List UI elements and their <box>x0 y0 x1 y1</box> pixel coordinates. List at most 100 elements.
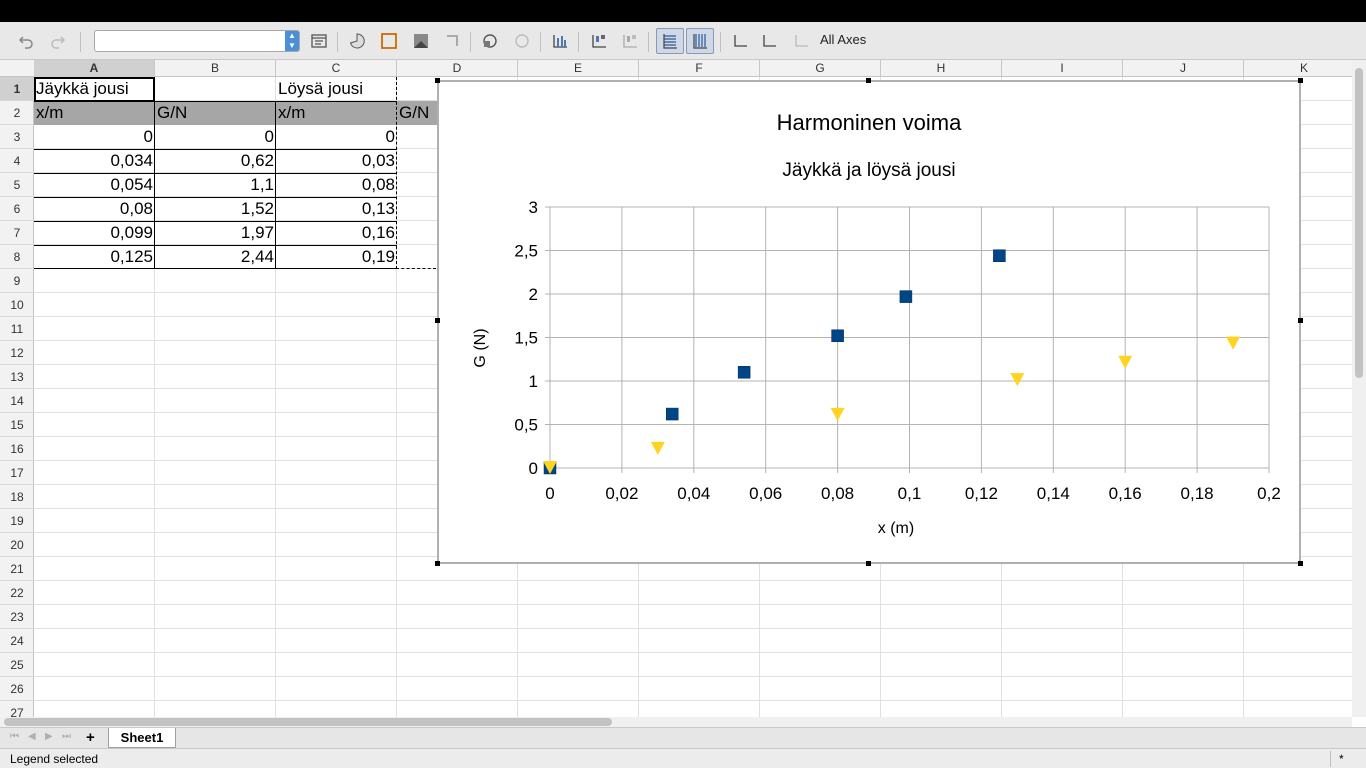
chart-wall-icon[interactable] <box>410 30 432 52</box>
row-header-13[interactable]: 13 <box>0 365 34 389</box>
column-header-f[interactable]: F <box>639 60 760 77</box>
cell-a4[interactable]: 0,034 <box>34 149 155 173</box>
column-header-h[interactable]: H <box>881 60 1002 77</box>
first-sheet-icon[interactable]: ⏮ <box>10 731 19 742</box>
z-axis-icon[interactable] <box>790 30 812 52</box>
resize-handle[interactable] <box>1298 78 1303 83</box>
row-header-12[interactable]: 12 <box>0 341 34 365</box>
vertical-scrollbar[interactable] <box>1352 60 1366 717</box>
scroll-thumb[interactable] <box>4 718 612 726</box>
resize-handle[interactable] <box>1298 318 1303 323</box>
row-header-2[interactable]: 2 <box>0 101 34 125</box>
row-header-5[interactable]: 5 <box>0 173 34 197</box>
row-header-14[interactable]: 14 <box>0 389 34 413</box>
column-header-d[interactable]: D <box>397 60 518 77</box>
column-header-c[interactable]: C <box>276 60 397 77</box>
row-header-21[interactable]: 21 <box>0 557 34 581</box>
resize-handle[interactable] <box>435 318 440 323</box>
row-header-10[interactable]: 10 <box>0 293 34 317</box>
legend-icon[interactable] <box>619 30 641 52</box>
row-header-1[interactable]: 1 <box>0 77 34 101</box>
resize-handle[interactable] <box>435 78 440 83</box>
row-header-7[interactable]: 7 <box>0 221 34 245</box>
3d-view-icon[interactable] <box>479 30 501 52</box>
last-sheet-icon[interactable]: ⏭ <box>62 731 71 742</box>
column-header-b[interactable]: B <box>155 60 276 77</box>
column-header-k[interactable]: K <box>1244 60 1365 77</box>
chevron-down-icon[interactable]: ▲ ▼ <box>285 31 299 51</box>
row-header-4[interactable]: 4 <box>0 149 34 173</box>
cell-a5[interactable]: 0,054 <box>34 173 155 197</box>
x-axis-icon[interactable] <box>729 30 751 52</box>
cell-c8[interactable]: 0,19 <box>276 245 397 269</box>
cell-c7[interactable]: 0,16 <box>276 221 397 245</box>
cell-c5[interactable]: 0,08 <box>276 173 397 197</box>
cell-b2[interactable]: G/N <box>155 101 276 125</box>
cell-c4[interactable]: 0,03 <box>276 149 397 173</box>
resize-handle[interactable] <box>866 78 871 83</box>
row-header-18[interactable]: 18 <box>0 485 34 509</box>
row-header-8[interactable]: 8 <box>0 245 34 269</box>
cell-a2[interactable]: x/m <box>34 101 155 125</box>
resize-handle[interactable] <box>866 561 871 566</box>
cell-b5[interactable]: 1,1 <box>155 173 276 197</box>
row-header-6[interactable]: 6 <box>0 197 34 221</box>
row-header-15[interactable]: 15 <box>0 413 34 437</box>
row-header-23[interactable]: 23 <box>0 605 34 629</box>
row-header-24[interactable]: 24 <box>0 629 34 653</box>
redo-icon[interactable] <box>47 30 69 52</box>
x-tick-label: 0,06 <box>749 484 782 503</box>
cell-b8[interactable]: 2,44 <box>155 245 276 269</box>
cell-c3[interactable]: 0 <box>276 125 397 149</box>
chart-element-select[interactable]: ▲ ▼ <box>94 30 300 52</box>
add-sheet-icon[interactable]: + <box>86 729 95 746</box>
cell-c6[interactable]: 0,13 <box>276 197 397 221</box>
all-axes-label[interactable]: All Axes <box>820 32 866 47</box>
resize-handle[interactable] <box>435 561 440 566</box>
column-header-g[interactable]: G <box>760 60 881 77</box>
column-header-j[interactable]: J <box>1123 60 1244 77</box>
cell-a3[interactable]: 0 <box>34 125 155 149</box>
cell-c2[interactable]: x/m <box>276 101 397 125</box>
cell-a8[interactable]: 0,125 <box>34 245 155 269</box>
tab-sheet1[interactable]: Sheet1 <box>108 728 176 748</box>
cell-a6[interactable]: 0,08 <box>34 197 155 221</box>
column-header-i[interactable]: I <box>1002 60 1123 77</box>
row-header-11[interactable]: 11 <box>0 317 34 341</box>
format-selection-icon[interactable] <box>308 30 330 52</box>
scroll-thumb[interactable] <box>1355 68 1363 378</box>
data-ranges-icon[interactable] <box>511 30 533 52</box>
horizontal-grids-icon[interactable] <box>656 28 684 54</box>
column-header-e[interactable]: E <box>518 60 639 77</box>
row-header-17[interactable]: 17 <box>0 461 34 485</box>
cell-b3[interactable]: 0 <box>155 125 276 149</box>
resize-handle[interactable] <box>1298 561 1303 566</box>
row-header-19[interactable]: 19 <box>0 509 34 533</box>
row-header-20[interactable]: 20 <box>0 533 34 557</box>
row-header-3[interactable]: 3 <box>0 125 34 149</box>
chart-svg[interactable]: Harmoninen voima Jäykkä ja löysä jousi 0 0,… <box>439 82 1299 562</box>
row-header-26[interactable]: 26 <box>0 677 34 701</box>
cell-b6[interactable]: 1,52 <box>155 197 276 221</box>
horizontal-scrollbar[interactable] <box>0 717 1352 727</box>
row-header-22[interactable]: 22 <box>0 581 34 605</box>
row-header-25[interactable]: 25 <box>0 653 34 677</box>
vertical-grids-icon[interactable] <box>686 28 714 54</box>
cell-c1[interactable]: Löysä jousi <box>276 77 397 101</box>
chart-area-icon[interactable] <box>378 30 400 52</box>
chart-floor-icon[interactable] <box>441 30 463 52</box>
column-header-a[interactable]: A <box>34 60 155 77</box>
prev-sheet-icon[interactable]: ◀ <box>28 731 36 742</box>
undo-icon[interactable] <box>15 30 37 52</box>
data-table-icon[interactable] <box>549 30 571 52</box>
cell-a7[interactable]: 0,099 <box>34 221 155 245</box>
chart-object[interactable]: Harmoninen voima Jäykkä ja löysä jousi 0 0,… <box>437 80 1301 564</box>
row-header-16[interactable]: 16 <box>0 437 34 461</box>
row-header-9[interactable]: 9 <box>0 269 34 293</box>
cell-b7[interactable]: 1,97 <box>155 221 276 245</box>
chart-type-icon[interactable] <box>346 30 368 52</box>
next-sheet-icon[interactable]: ▶ <box>45 731 53 742</box>
y-axis-icon[interactable] <box>758 30 780 52</box>
cell-b4[interactable]: 0,62 <box>155 149 276 173</box>
insert-titles-icon[interactable] <box>588 30 610 52</box>
